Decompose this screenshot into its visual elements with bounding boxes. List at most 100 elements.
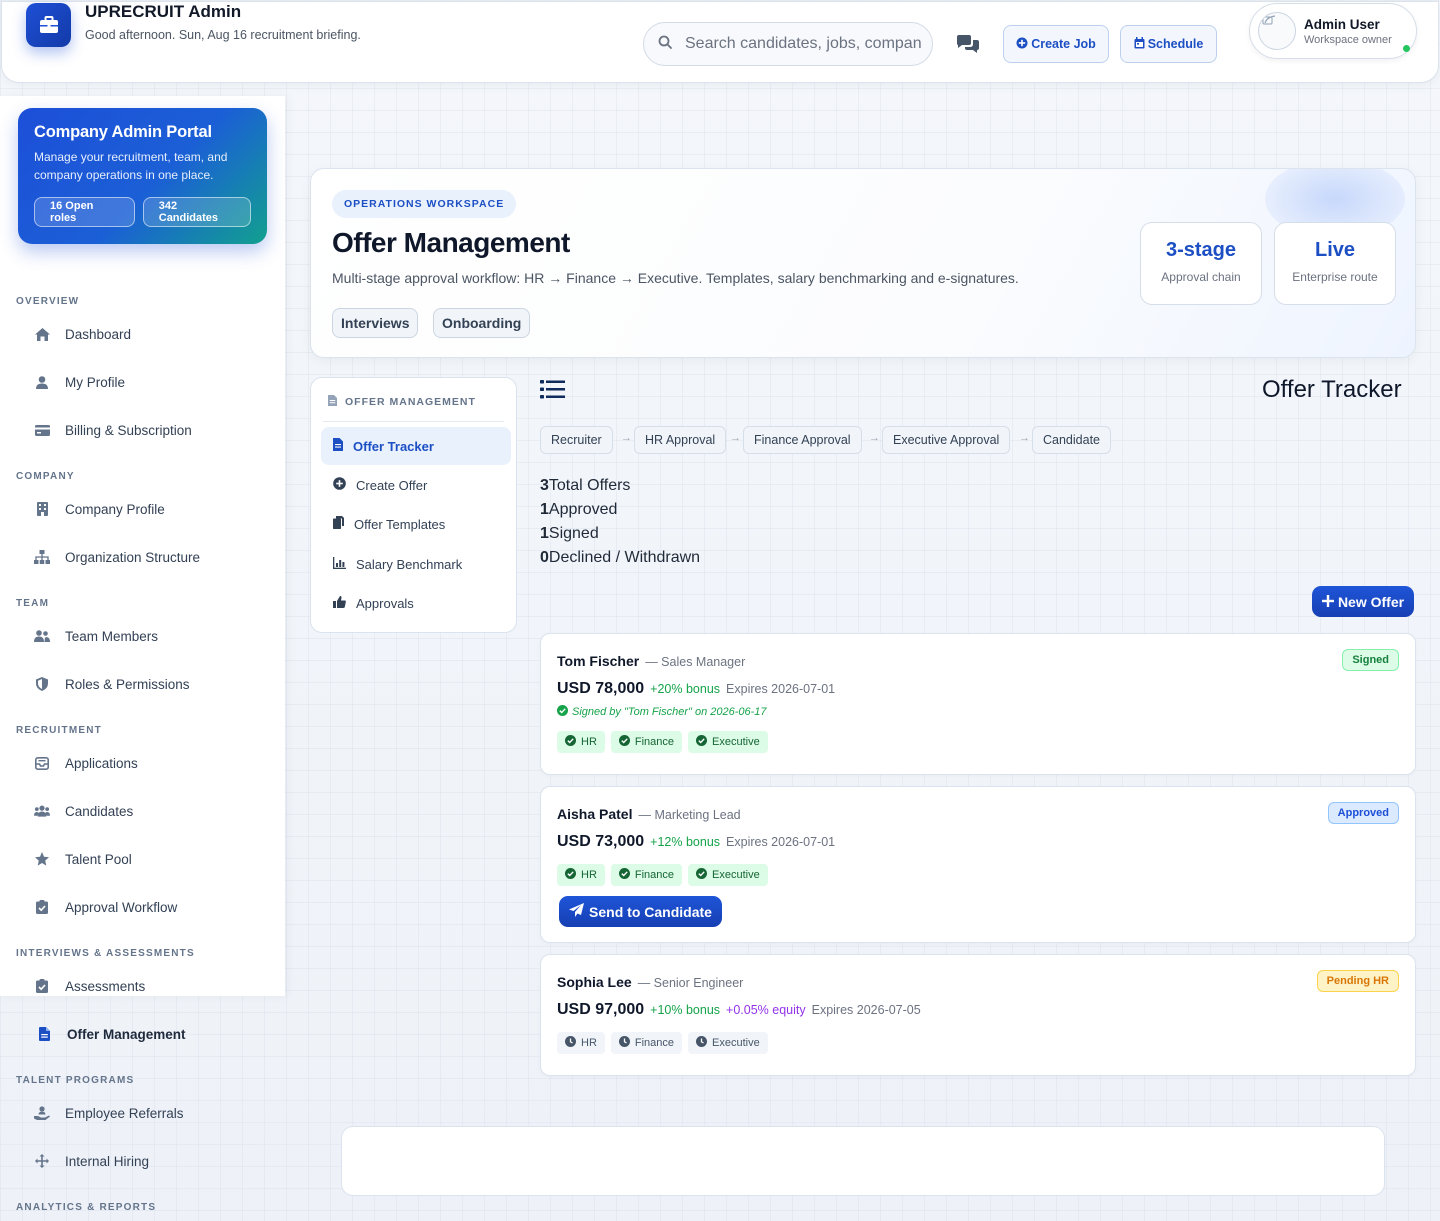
user-menu[interactable]: Admin User Workspace owner [1249,3,1417,59]
candidate-name-text: Tom Fischer [557,653,640,669]
sidebar-item-label: Company Profile [65,501,165,517]
clock-icon [618,1036,630,1050]
sidebar-item-applications[interactable]: Applications [34,751,138,775]
create-job-button[interactable]: Create Job [1003,25,1109,63]
stage-candidate: Candidate [1032,426,1111,454]
subnav-approvals[interactable]: Approvals [321,584,511,622]
approval-hr: HR [557,864,605,886]
salary: USD 97,000 [557,1001,645,1018]
search-input[interactable] [685,35,921,53]
sidebar-item-internal-hiring[interactable]: Internal Hiring [34,1149,149,1173]
approval-steps: HR Finance Executive [557,864,768,886]
approval-label: Finance [634,869,675,881]
search-icon [658,35,672,54]
portal-title: Company Admin Portal [34,123,212,141]
stat-label: Total Offers [548,477,631,494]
briefcase-icon[interactable] [26,3,71,47]
building-icon [34,501,50,517]
subnav-item-label: Create Offer [356,477,428,493]
sidebar-item-assessments[interactable]: Assessments [34,974,145,998]
stat-signed: 1Signed [540,525,599,543]
nav-section-recruitment: RECRUITMENT [16,725,102,736]
approval-label: Finance [634,736,675,748]
offer-card[interactable]: Tom Fischer — Sales Manager Signed USD 78… [540,633,1416,775]
schedule-button[interactable]: Schedule [1120,25,1217,63]
sidebar-item-dashboard[interactable]: Dashboard [34,322,131,346]
page-title: Offer Management [332,227,570,258]
salary: USD 73,000 [557,833,645,850]
candidates-pill[interactable]: 342 Candidates [142,197,251,227]
status-badge: Signed [1342,649,1399,671]
send-label: Send to Candidate [589,903,712,920]
file-contract-icon [333,438,343,454]
sidebar-item-company-profile[interactable]: Company Profile [34,497,165,521]
sidebar-item-label: My Profile [65,374,126,390]
candidate-name: Sophia Lee — Senior Engineer [557,974,743,990]
subnav-salary-benchmark[interactable]: Salary Benchmark [321,545,511,583]
list-icon[interactable] [540,380,565,404]
sidebar-item-offer-management[interactable]: Offer Management [36,1022,186,1046]
stage-hr-approval: HR Approval [634,426,727,454]
user-group-icon [34,803,50,819]
offer-card[interactable]: Sophia Lee — Senior Engineer Pending HR U… [540,954,1416,1076]
calendar-icon [1134,36,1145,52]
plus-circle-icon [333,477,346,493]
stat-label: Approved [548,501,618,518]
check-circle-icon [696,868,708,882]
user-role: Workspace owner [1304,34,1392,46]
top-header: UPRECRUIT Admin Good afternoon. Sun, Aug… [1,1,1439,83]
expiry-date: Expires 2026-07-01 [726,835,836,849]
sidebar-item-candidates[interactable]: Candidates [34,799,133,823]
sidebar-item-talent-pool[interactable]: Talent Pool [34,847,132,871]
sidebar-item-employee-referrals[interactable]: Employee Referrals [34,1101,184,1125]
footer-panel [341,1126,1385,1196]
approval-label: Executive [712,736,760,748]
offer-compensation: USD 78,000 +20% bonus Expires 2026-07-01 [557,680,835,698]
stat-total-offers: 3Total Offers [540,477,630,495]
home-icon [34,326,50,342]
nav-section-analytics: ANALYTICS & REPORTS [16,1202,157,1213]
subnav-create-offer[interactable]: Create Offer [321,466,511,504]
global-search[interactable] [643,22,933,66]
offer-card[interactable]: Aisha Patel — Marketing Lead Approved USD… [540,786,1416,943]
sidebar-item-label: Candidates [65,803,134,819]
approval-executive: Executive [688,864,768,886]
messages-icon[interactable] [955,33,981,55]
approval-steps: HR Finance Executive [557,731,768,753]
approval-label: Finance [634,1037,675,1049]
subnav-offer-tracker[interactable]: Offer Tracker [321,427,511,465]
candidate-name-text: Aisha Patel [557,806,633,822]
approval-label: HR [581,869,597,881]
check-circle-icon [565,868,576,882]
new-offer-button[interactable]: New Offer [1312,586,1414,617]
sidebar-item-team-members[interactable]: Team Members [34,624,158,648]
sidebar-item-approval-workflow[interactable]: Approval Workflow [34,895,177,919]
approval-executive: Executive [688,731,768,753]
sidebar-item-my-profile[interactable]: My Profile [34,370,125,394]
subnav-item-label: Offer Templates [354,516,446,532]
equity: +0.05% equity [726,1003,806,1017]
subnav-offer-templates[interactable]: Offer Templates [321,505,511,543]
sidebar-item-label: Approval Workflow [65,899,178,915]
sidebar-item-roles-permissions[interactable]: Roles & Permissions [34,672,190,696]
open-roles-pill[interactable]: 16 Open roles [34,197,135,227]
subnav-item-label: Offer Tracker [353,438,434,454]
sidebar-item-billing[interactable]: Billing & Subscription [34,418,192,442]
send-to-candidate-button[interactable]: Send to Candidate [559,896,722,927]
inbox-icon [34,755,50,771]
expiry-date: Expires 2026-07-05 [811,1003,921,1017]
enterprise-route-card: Live Enterprise route [1274,222,1396,305]
brand-title: UPRECRUIT Admin [85,2,242,21]
expiry-date: Expires 2026-07-01 [726,682,836,696]
approval-label: HR [581,736,597,748]
chart-bar-icon [333,556,346,572]
subnav-heading: OFFER MANAGEMENT [328,395,476,409]
stat-label: Declined / Withdrawn [548,549,701,566]
tag-interviews[interactable]: Interviews [332,308,419,338]
sidebar-item-label: Offer Management [67,1026,186,1042]
sidebar-item-organization-structure[interactable]: Organization Structure [34,545,200,569]
check-circle-icon [618,735,630,749]
plus-icon [1321,594,1334,610]
candidate-name-text: Sophia Lee [557,974,632,990]
tag-onboarding[interactable]: Onboarding [433,308,531,338]
